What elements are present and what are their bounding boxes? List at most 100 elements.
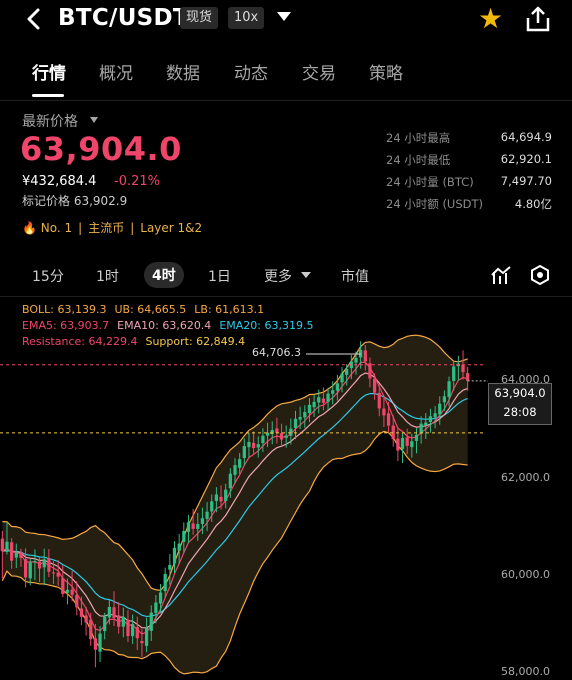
favorite-star-icon[interactable]: ★ — [478, 4, 503, 34]
interval-4h[interactable]: 4时 — [144, 262, 184, 288]
candle-body — [424, 422, 428, 426]
candle-body — [210, 501, 214, 512]
candle-body — [289, 428, 293, 436]
legend-boll-lb: LB: 61,613.1 — [194, 303, 265, 316]
candle-body — [419, 423, 423, 434]
boll-band-fill — [2, 335, 468, 674]
candle-body — [368, 363, 372, 379]
candle-body — [238, 459, 242, 468]
interval-15m[interactable]: 15分 — [32, 266, 64, 286]
candle-body — [121, 616, 125, 627]
candle-body — [345, 369, 349, 375]
candle-body — [438, 403, 442, 415]
candle-body — [256, 444, 260, 448]
candle-body — [200, 518, 205, 524]
candle-body — [433, 413, 437, 418]
interval-1h[interactable]: 1时 — [96, 266, 119, 286]
interval-1d[interactable]: 1日 — [208, 266, 231, 286]
candle-countdown: 28:08 — [503, 405, 537, 419]
tab-overview[interactable]: 概况 — [99, 59, 133, 84]
candle-body — [279, 433, 284, 440]
y-tick-label: 60,000.0 — [501, 568, 550, 581]
candle-body — [0, 538, 4, 552]
active-tab-indicator — [32, 94, 64, 97]
candle-body — [140, 641, 144, 644]
candle-body — [307, 404, 312, 414]
candle-body — [405, 437, 409, 446]
category-tag[interactable]: 主流币 — [88, 221, 124, 235]
tab-news[interactable]: 动态 — [234, 59, 268, 84]
candle-body — [117, 615, 121, 627]
kline-chart[interactable]: BOLL: 63,139.3 UB: 64,665.5 LB: 61,613.1 E… — [0, 297, 572, 680]
candle-body — [261, 435, 265, 444]
interval-more[interactable]: 更多 — [264, 266, 292, 286]
candle-body — [98, 633, 102, 652]
candle-body — [103, 616, 107, 632]
price-type-dropdown-icon[interactable] — [90, 117, 98, 123]
share-icon[interactable] — [524, 4, 552, 34]
candle-body — [191, 523, 195, 529]
stat-label: 24 小时最高 — [386, 131, 451, 145]
candle-body — [242, 446, 246, 458]
candle-body — [93, 638, 98, 650]
current-price-box: 63,904.0 28:08 — [488, 383, 552, 425]
candle-body — [144, 628, 149, 646]
cny-price: ¥432,684.4 — [22, 174, 97, 189]
candle-body — [228, 473, 232, 489]
candle-body — [377, 392, 381, 409]
candle-body — [224, 489, 228, 502]
stat-label: 24 小时额 (USDT) — [386, 197, 484, 211]
24h-stats: 24 小时最高 64,694.9 24 小时最低 62,920.1 24 小时量… — [386, 130, 552, 218]
legend-levels: Resistance: 64,229.4 Support: 62,849.4 — [22, 335, 253, 348]
latest-price-label[interactable]: 最新价格 — [22, 111, 78, 131]
candle-body — [391, 425, 395, 440]
legend-boll: BOLL: 63,139.3 UB: 64,665.5 LB: 61,613.1 — [22, 303, 272, 316]
stat-value: 4.80亿 — [514, 197, 552, 211]
candle-body — [130, 624, 135, 637]
stat-label: 24 小时量 (BTC) — [386, 175, 474, 189]
candle-body — [177, 543, 181, 551]
candle-body — [61, 578, 65, 594]
tab-data[interactable]: 数据 — [166, 59, 200, 84]
candle-body — [312, 401, 316, 408]
more-dropdown-icon[interactable] — [301, 272, 311, 278]
top-bar: BTC/USDT 现货 10x ★ — [0, 0, 572, 40]
candle-body — [247, 441, 251, 448]
trading-pair-title[interactable]: BTC/USDT — [58, 5, 189, 31]
candle-body — [400, 438, 405, 449]
back-arrow-icon[interactable] — [22, 6, 48, 32]
leverage-chip: 10x — [228, 7, 265, 29]
candle-body — [317, 397, 321, 403]
tab-trade[interactable]: 交易 — [302, 59, 336, 84]
tab-market[interactable]: 行情 — [32, 59, 66, 84]
candle-body — [47, 558, 51, 572]
candle-body — [363, 350, 367, 362]
pair-dropdown-icon[interactable] — [277, 12, 291, 21]
tab-strategy[interactable]: 策略 — [369, 59, 403, 84]
latest-price: 63,904.0 — [20, 130, 182, 168]
indicator-icon[interactable] — [490, 264, 512, 286]
candle-body — [251, 442, 256, 449]
stat-value: 7,497.70 — [500, 174, 552, 188]
rank-tag[interactable]: No. 1 — [41, 221, 72, 235]
legend-boll-mid: BOLL: 63,139.3 — [22, 303, 107, 316]
chart-settings-icon[interactable] — [529, 264, 551, 286]
y-tick-label: 58,000.0 — [501, 665, 550, 678]
candle-body — [154, 602, 158, 613]
legend-boll-ub: UB: 64,665.5 — [114, 303, 187, 316]
candle-body — [326, 393, 330, 402]
candle-body — [112, 607, 116, 618]
candle-body — [28, 562, 32, 579]
candle-body — [270, 429, 274, 435]
candle-body — [284, 435, 288, 438]
layer-tag[interactable]: Layer 1&2 — [140, 221, 202, 235]
candle-body — [5, 541, 9, 552]
market-cap-tab[interactable]: 市值 — [341, 266, 369, 286]
candle-body — [447, 381, 451, 398]
candle-body — [219, 496, 223, 502]
candle-body — [214, 494, 219, 501]
stat-row-turnover: 24 小时额 (USDT) 4.80亿 — [386, 196, 552, 218]
legend-support: Support: 62,849.4 — [145, 335, 246, 348]
interval-bar: 15分 1时 4时 1日 更多 市值 — [0, 260, 572, 292]
candle-body — [182, 531, 186, 542]
